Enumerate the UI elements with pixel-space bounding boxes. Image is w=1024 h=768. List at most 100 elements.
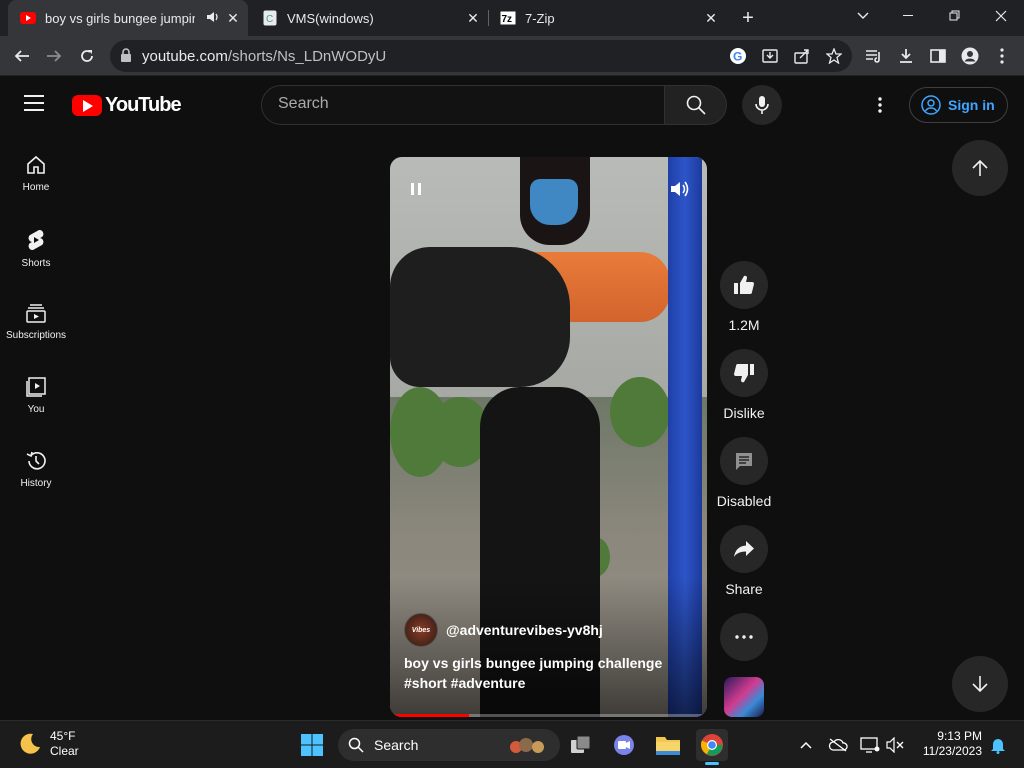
search-icon xyxy=(686,95,706,115)
close-tab-icon[interactable]: ✕ xyxy=(464,9,482,27)
forward-button[interactable] xyxy=(40,42,68,70)
search-input[interactable] xyxy=(278,95,648,113)
history-icon xyxy=(26,451,46,470)
share-icon xyxy=(734,541,754,557)
minimize-button[interactable] xyxy=(886,0,932,32)
windows-start-icon[interactable] xyxy=(296,729,328,761)
taskbar-search[interactable]: Search xyxy=(338,729,560,761)
sidebar-item-shorts[interactable]: Shorts xyxy=(0,224,72,298)
close-tab-icon[interactable]: ✕ xyxy=(224,9,242,27)
onedrive-icon[interactable] xyxy=(826,733,850,757)
more-horizontal-icon xyxy=(735,635,753,639)
share-button[interactable]: Share xyxy=(718,525,770,597)
video-title[interactable]: boy vs girls bungee jumping challenge #s… xyxy=(404,653,694,693)
youtube-header: YouTube Sign in xyxy=(0,77,1024,133)
sign-in-button[interactable]: Sign in xyxy=(909,87,1008,123)
side-panel-icon[interactable] xyxy=(924,42,952,70)
svg-text:C: C xyxy=(266,14,273,25)
settings-more-icon[interactable] xyxy=(868,93,892,117)
menu-icon[interactable] xyxy=(24,95,48,115)
taskbar: 45°F Clear Search 9:13 PM 11/23/2023 xyxy=(0,720,1024,768)
file-explorer-icon[interactable] xyxy=(652,729,684,761)
short-video-player[interactable]: Vibes @adventurevibes-yv8hj boy vs girls… xyxy=(390,157,707,717)
lock-icon[interactable] xyxy=(120,48,132,67)
search-highlight-icon xyxy=(510,738,544,753)
browser-toolbar: youtube.com/shorts/Ns_LDnWODyU G xyxy=(0,36,1024,76)
tab-youtube[interactable]: boy vs girls bungee jumping ✕ xyxy=(8,0,248,36)
install-app-icon[interactable] xyxy=(760,46,780,66)
browser-tab-strip: boy vs girls bungee jumping ✕ C VMS(wind… xyxy=(0,0,1024,36)
subscriptions-icon xyxy=(26,304,46,323)
youtube-icon xyxy=(20,10,36,26)
like-button[interactable]: 1.2M xyxy=(718,261,770,333)
svg-text:G: G xyxy=(733,50,742,64)
comments-button[interactable]: Disabled xyxy=(717,437,771,509)
dislike-button[interactable]: Dislike xyxy=(718,349,770,421)
arrow-up-icon xyxy=(972,159,988,176)
search-icon xyxy=(348,737,364,753)
teams-chat-icon[interactable] xyxy=(608,729,640,761)
youtube-play-icon xyxy=(72,95,102,116)
sidebar-item-you[interactable]: You xyxy=(0,372,72,446)
display-icon[interactable] xyxy=(858,733,882,757)
tab-vms[interactable]: C VMS(windows) ✕ xyxy=(250,0,488,36)
previous-short-button[interactable] xyxy=(952,140,1008,196)
profile-icon[interactable] xyxy=(956,42,984,70)
avatar[interactable]: Vibes xyxy=(404,613,438,647)
sidebar-item-history[interactable]: History xyxy=(0,446,72,520)
voice-search-button[interactable] xyxy=(742,85,782,125)
tab-title: VMS(windows) xyxy=(287,10,374,26)
microphone-icon xyxy=(755,96,769,114)
back-button[interactable] xyxy=(8,42,36,70)
media-control-icon[interactable] xyxy=(860,42,888,70)
search-box xyxy=(261,85,665,125)
chrome-menu-icon[interactable] xyxy=(988,42,1016,70)
url-text: youtube.com/shorts/Ns_LDnWODyU xyxy=(142,48,387,65)
share-page-icon[interactable] xyxy=(792,46,812,66)
shorts-icon xyxy=(28,229,44,251)
youtube-logo[interactable]: YouTube xyxy=(72,94,182,117)
new-tab-button[interactable]: + xyxy=(736,6,760,30)
comment-icon xyxy=(736,453,752,470)
home-icon xyxy=(27,155,45,174)
downloads-icon[interactable] xyxy=(892,42,920,70)
tab-title: boy vs girls bungee jumping xyxy=(45,10,195,26)
tab-search-icon[interactable] xyxy=(840,0,886,32)
address-bar[interactable]: youtube.com/shorts/Ns_LDnWODyU G xyxy=(110,40,852,72)
tab-7zip[interactable]: 7z 7-Zip ✕ xyxy=(488,0,726,36)
channel-info[interactable]: Vibes @adventurevibes-yv8hj xyxy=(404,613,603,647)
bookmark-star-icon[interactable] xyxy=(824,46,844,66)
speaker-muted-icon[interactable] xyxy=(884,733,908,757)
audio-thumbnail[interactable] xyxy=(724,677,764,717)
progress-bar[interactable] xyxy=(390,714,707,717)
doc-icon: C xyxy=(262,10,278,26)
speaker-icon[interactable] xyxy=(206,10,220,27)
more-actions-button[interactable] xyxy=(718,613,770,661)
sidebar-item-subscriptions[interactable]: Subscriptions xyxy=(0,298,72,372)
sidebar-item-home[interactable]: Home xyxy=(0,150,72,224)
chevron-up-icon[interactable] xyxy=(794,733,818,757)
close-window-button[interactable] xyxy=(978,0,1024,32)
progress-fill xyxy=(390,714,470,717)
channel-handle[interactable]: @adventurevibes-yv8hj xyxy=(446,622,603,638)
like-count: 1.2M xyxy=(728,317,760,333)
reload-button[interactable] xyxy=(73,42,101,70)
chrome-taskbar-icon[interactable] xyxy=(696,729,728,765)
restore-button[interactable] xyxy=(932,0,978,32)
library-icon xyxy=(26,377,46,397)
task-view-icon[interactable] xyxy=(565,729,597,761)
active-indicator xyxy=(705,762,719,765)
system-clock[interactable]: 9:13 PM 11/23/2023 xyxy=(910,729,982,759)
moon-icon xyxy=(20,733,40,754)
next-short-button[interactable] xyxy=(952,656,1008,712)
weather-widget[interactable]: 45°F Clear xyxy=(18,729,79,759)
search-button[interactable] xyxy=(664,85,727,125)
volume-icon[interactable] xyxy=(668,177,692,201)
sevenzip-icon: 7z xyxy=(500,10,516,26)
google-lens-icon[interactable]: G xyxy=(728,46,748,66)
tab-title: 7-Zip xyxy=(525,10,555,26)
account-icon xyxy=(921,95,941,115)
close-tab-icon[interactable]: ✕ xyxy=(702,9,720,27)
pause-icon[interactable] xyxy=(404,177,428,201)
notification-bell-icon[interactable] xyxy=(986,733,1010,757)
